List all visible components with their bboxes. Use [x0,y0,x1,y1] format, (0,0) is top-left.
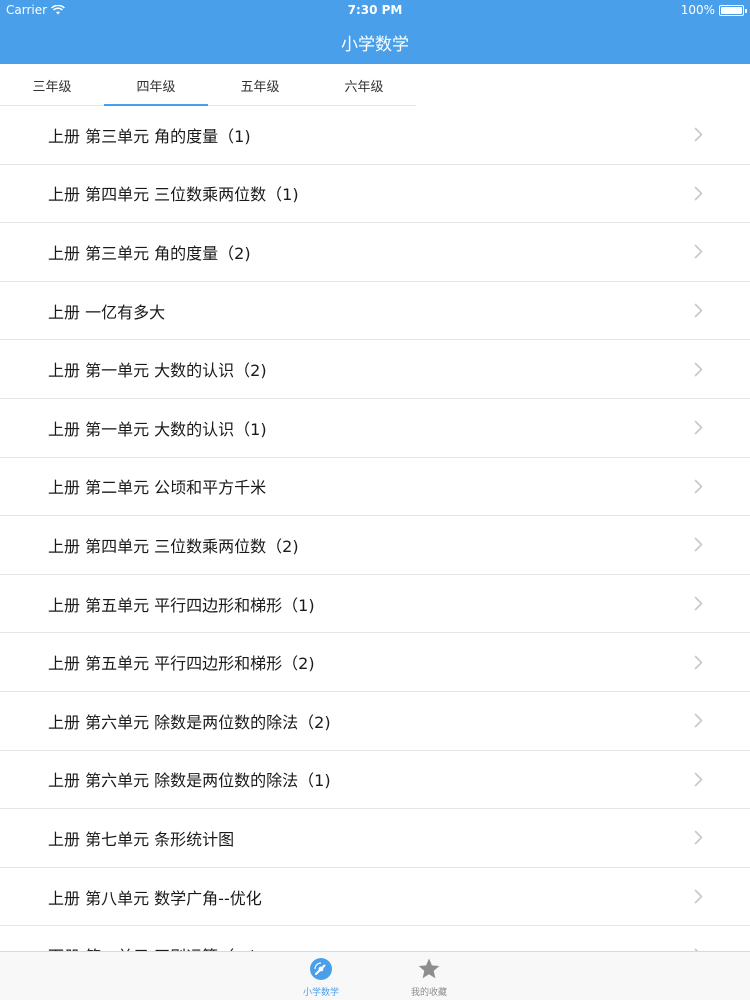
battery-icon [719,4,747,16]
list-item[interactable]: 上册 第五单元 平行四边形和梯形（2) [0,633,750,692]
chevron-right-icon [692,713,704,729]
battery-percentage: 100% [680,3,715,17]
lesson-title: 上册 第一单元 大数的认识（1) [48,419,267,439]
chevron-right-icon [692,127,704,143]
list-item[interactable]: 上册 第四单元 三位数乘两位数（1) [0,165,750,224]
lesson-title: 上册 第七单元 条形统计图 [48,829,235,849]
chevron-right-icon [692,361,704,377]
list-item[interactable]: 上册 第一单元 大数的认识（1) [0,399,750,458]
tabbar-item-math[interactable]: 小学数学 [281,956,361,998]
page-title: 小学数学 [341,35,409,55]
chevron-right-icon [692,185,704,201]
lesson-title: 上册 第四单元 三位数乘两位数（2) [48,536,299,556]
lesson-title: 上册 第二单元 公顷和平方千米 [48,478,267,498]
tab-grade-5[interactable]: 五年级 [208,64,312,106]
chevron-right-icon [692,596,704,612]
status-time: 7:30 PM [347,3,403,17]
lesson-title: 上册 第五单元 平行四边形和梯形（2) [48,654,315,674]
list-item[interactable]: 下册 第一单元 四则运算（一) [0,926,750,951]
lesson-title: 上册 第三单元 角的度量（1) [48,126,251,146]
list-item[interactable]: 上册 第四单元 三位数乘两位数（2) [0,516,750,575]
chevron-right-icon [692,771,704,787]
lesson-title: 上册 第三单元 角的度量（2) [48,243,251,263]
tab-grade-4[interactable]: 四年级 [104,64,208,107]
list-item[interactable]: 上册 第一单元 大数的认识（2) [0,340,750,399]
lesson-list[interactable]: 上册 第三单元 角的度量（1) 上册 第四单元 三位数乘两位数（1) 上册 第三单元… [0,106,750,951]
list-item[interactable]: 上册 第三单元 角的度量（1) [0,106,750,165]
list-item[interactable]: 上册 第五单元 平行四边形和梯形（1) [0,575,750,634]
tabbar-item-favorites[interactable]: 我的收藏 [389,956,469,998]
lesson-title: 上册 第六单元 除数是两位数的除法（1) [48,771,331,791]
lesson-title: 上册 第八单元 数学广角--优化 [48,888,262,908]
bottom-tab-bar: 小学数学 我的收藏 [0,951,750,1000]
chevron-right-icon [692,303,704,319]
chevron-right-icon [692,889,704,905]
list-item[interactable]: 上册 一亿有多大 [0,282,750,341]
lesson-title: 上册 第六单元 除数是两位数的除法（2) [48,712,331,732]
navigation-header: Carrier 7:30 PM 100% 小学数学 [0,0,750,64]
tab-grade-3[interactable]: 三年级 [0,64,104,106]
lesson-title: 上册 第五单元 平行四边形和梯形（1) [48,595,315,615]
lesson-title: 上册 第四单元 三位数乘两位数（1) [48,185,299,205]
list-item[interactable]: 上册 第二单元 公顷和平方千米 [0,458,750,517]
app-screen: Carrier 7:30 PM 100% 小学数学 三年级 四年级 五年级 六年级 [0,0,750,1000]
disc-icon [308,956,334,982]
chevron-right-icon [692,244,704,260]
status-bar: Carrier 7:30 PM 100% [0,0,750,22]
lesson-title: 上册 一亿有多大 [48,302,166,322]
tabbar-label: 小学数学 [302,988,339,998]
chevron-right-icon [692,830,704,846]
list-item[interactable]: 上册 第七单元 条形统计图 [0,809,750,868]
chevron-right-icon [692,420,704,436]
chevron-right-icon [692,478,704,494]
list-item[interactable]: 上册 第六单元 除数是两位数的除法（1) [0,751,750,810]
tab-grade-6[interactable]: 六年级 [312,64,416,106]
star-icon [416,956,442,982]
lesson-title: 上册 第一单元 大数的认识（2) [48,361,267,381]
tabbar-label: 我的收藏 [410,988,447,998]
chevron-right-icon [692,537,704,553]
status-battery-group: 100% [680,3,747,17]
chevron-right-icon [692,654,704,670]
list-item[interactable]: 上册 第八单元 数学广角--优化 [0,868,750,927]
grade-tabs: 三年级 四年级 五年级 六年级 [0,64,416,107]
lesson-title: 下册 第一单元 四则运算（一) [48,943,256,951]
list-item[interactable]: 上册 第六单元 除数是两位数的除法（2) [0,692,750,751]
list-item[interactable]: 上册 第三单元 角的度量（2) [0,223,750,282]
